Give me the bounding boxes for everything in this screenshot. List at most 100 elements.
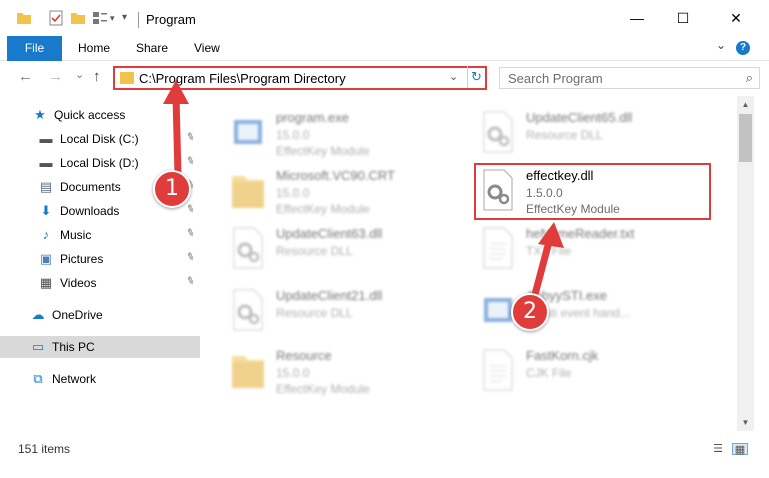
file-type: EffectKey Module	[276, 202, 370, 216]
file-type: EffectKey Module	[276, 382, 370, 396]
sidebar-item-label: Music	[60, 228, 92, 242]
sidebar-item-videos[interactable]: ▦ Videos ✎	[0, 272, 200, 294]
ribbon-tabs: File Home Share View ⌄ ?	[0, 36, 769, 61]
sidebar-item-onedrive[interactable]: ☁ OneDrive	[0, 304, 200, 326]
close-button[interactable]: ✕	[713, 0, 759, 36]
forward-button[interactable]: →	[48, 68, 63, 85]
file-item[interactable]: heNameReader.txt TXT File	[480, 220, 737, 280]
dll-file-icon	[480, 110, 516, 154]
sidebar-item-this-pc[interactable]: ▭ This PC	[0, 336, 200, 358]
recent-locations-button[interactable]: ⌄	[75, 68, 84, 81]
network-icon: ⧉	[33, 371, 43, 386]
sidebar-item-label: Local Disk (D:)	[60, 156, 139, 170]
maximize-button[interactable]: ☐	[660, 0, 706, 36]
address-path: C:\Program Files\Program Directory	[139, 71, 346, 86]
file-name: UpdateClient63.dll	[276, 226, 383, 241]
search-icon: ⌕	[745, 70, 753, 85]
file-item[interactable]: FastKorn.cjk CJK File	[480, 342, 737, 402]
file-name: UpdateClient21.dll	[276, 288, 383, 303]
view-options-icon[interactable]	[92, 10, 108, 26]
dll-file-icon	[230, 288, 266, 332]
text-file-icon	[480, 226, 516, 270]
minimize-button[interactable]: —	[614, 0, 660, 36]
navigation-pane: ★ Quick access ▬ Local Disk (C:) ✎ ▬ Local Dis…	[0, 96, 200, 431]
help-icon[interactable]: ?	[736, 41, 750, 55]
drive-icon: ▬	[39, 155, 53, 170]
folder-icon	[230, 348, 266, 392]
search-placeholder: Search Program	[508, 71, 603, 86]
scroll-up-icon[interactable]: ▲	[737, 96, 754, 113]
pictures-icon: ▣	[39, 251, 53, 266]
sidebar-item-label: Local Disk (C:)	[60, 132, 139, 146]
step-one-badge: 1	[153, 170, 191, 208]
file-name: heNameReader.txt	[526, 226, 635, 241]
file-type: Resource DLL	[526, 128, 603, 142]
sidebar-item-label: Quick access	[54, 108, 126, 122]
details-view-icon[interactable]: ☰	[710, 443, 726, 455]
pin-icon: ✎	[184, 202, 197, 217]
file-type: Resource DLL	[276, 306, 353, 320]
vertical-scrollbar[interactable]: ▲ ▼	[737, 96, 754, 431]
address-bar[interactable]: C:\Program Files\Program Directory ⌄ ↻	[113, 66, 487, 90]
refresh-button[interactable]: ↻	[467, 66, 485, 88]
pin-icon: ✎	[184, 154, 197, 169]
documents-icon: ▤	[39, 179, 53, 194]
sidebar-item-label: OneDrive	[52, 308, 103, 322]
title-bar: ▾ ▾ Program — ☐ ✕	[0, 0, 769, 36]
scroll-thumb[interactable]	[739, 114, 752, 162]
file-item[interactable]: UpdateClient65.dll Resource DLL	[480, 104, 737, 164]
chevron-down-icon[interactable]: ⌄	[449, 70, 458, 83]
sidebar-item-quick-access[interactable]: ★ Quick access	[0, 104, 200, 126]
properties-icon[interactable]	[48, 10, 64, 26]
highlight-box	[474, 163, 711, 220]
videos-icon: ▦	[39, 275, 53, 290]
customize-quick-access-icon[interactable]: ▾	[122, 10, 138, 26]
sidebar-item-label: Pictures	[60, 252, 104, 266]
sidebar-item-pictures[interactable]: ▣ Pictures ✎	[0, 248, 200, 270]
back-button[interactable]: ←	[18, 68, 33, 85]
sidebar-item-music[interactable]: ♪ Music ✎	[0, 224, 200, 246]
sidebar-item-local-disk-c[interactable]: ▬ Local Disk (C:) ✎	[0, 128, 200, 150]
file-name: Resource	[276, 348, 332, 363]
file-item[interactable]: UpdateClient21.dll Resource DLL	[230, 282, 490, 342]
file-name: Microsoft.VC90.CRT	[276, 168, 395, 183]
folder-icon	[16, 10, 32, 26]
file-type: TXT File	[526, 244, 572, 258]
tab-view[interactable]: View	[194, 36, 220, 61]
sidebar-item-label: Network	[52, 372, 97, 386]
large-icons-view-icon[interactable]: ▦	[732, 443, 748, 456]
computer-icon: ▭	[31, 339, 45, 354]
expand-ribbon-icon[interactable]: ⌄	[716, 38, 726, 52]
file-name: FastKorn.cjk	[526, 348, 599, 363]
file-list: program.exe 15.0.0 EffectKey Module UpdateC…	[200, 96, 737, 431]
file-item[interactable]: UpdateClient63.dll Resource DLL	[230, 220, 490, 280]
sidebar-item-label: This PC	[52, 340, 95, 354]
tab-home[interactable]: Home	[78, 36, 110, 61]
pin-icon: ✎	[184, 130, 197, 145]
scroll-down-icon[interactable]: ▼	[737, 414, 754, 431]
folder-icon	[120, 72, 134, 84]
file-name: program.exe	[276, 110, 349, 125]
search-input[interactable]: Search Program ⌕	[499, 67, 760, 89]
file-version: 15.0.0	[276, 128, 310, 142]
folder-icon	[230, 168, 266, 212]
up-button[interactable]: ↑	[93, 68, 101, 85]
window-title: Program	[146, 12, 196, 27]
new-folder-icon[interactable]	[70, 10, 86, 26]
pin-icon: ✎	[184, 226, 197, 241]
file-item[interactable]: program.exe 15.0.0 EffectKey Module	[230, 104, 490, 164]
drive-icon: ▬	[39, 131, 53, 146]
tab-share[interactable]: Share	[136, 36, 168, 61]
music-icon: ♪	[42, 227, 50, 242]
file-version: 15.0.0	[276, 186, 310, 200]
bottom-strip	[0, 455, 769, 478]
file-type: EffectKey Module	[276, 144, 370, 158]
tab-file[interactable]: File	[7, 36, 62, 61]
status-bar: 151 items ☰ ▦	[0, 431, 769, 456]
item-count: 151 items	[18, 442, 71, 456]
sidebar-item-network[interactable]: ⧉ Network	[0, 368, 200, 390]
step-two-badge: 2	[511, 293, 549, 331]
dll-file-icon	[230, 226, 266, 270]
file-item[interactable]: Resource 15.0.0 EffectKey Module	[230, 342, 490, 402]
file-item[interactable]: Microsoft.VC90.CRT 15.0.0 EffectKey Module	[230, 162, 490, 222]
